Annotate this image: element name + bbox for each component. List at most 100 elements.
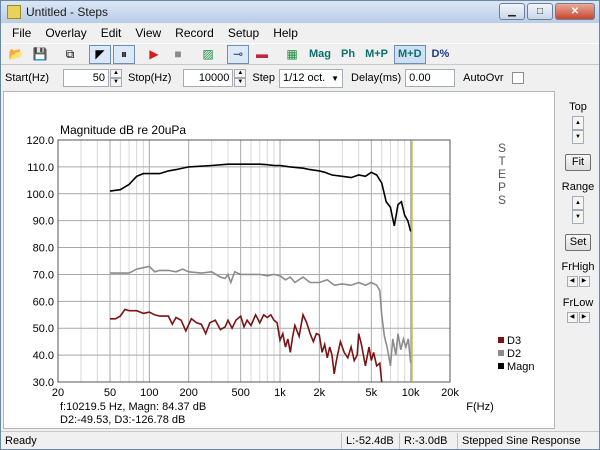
y-tick-label: 100.0	[26, 189, 54, 201]
menu-record[interactable]: Record	[168, 26, 221, 40]
generator-icon[interactable]: ▨	[197, 45, 219, 64]
view-m-d-button[interactable]: M+D	[394, 44, 426, 64]
x-tick-label: 5k	[366, 387, 378, 399]
maximize-button[interactable]: □	[527, 3, 553, 20]
plot-frame	[57, 139, 451, 383]
delay-input[interactable]: 0.00	[405, 69, 456, 87]
top-spinner[interactable]: ▲ ▼	[572, 116, 584, 144]
y-tick-label: 30.0	[33, 377, 54, 389]
spin-up-icon[interactable]: ▲	[110, 69, 122, 78]
legend-label-magn: Magn	[507, 361, 535, 373]
frhigh-label: FrHigh	[561, 261, 595, 273]
flag-icon[interactable]: ▬	[251, 45, 273, 64]
view-m-p-button[interactable]: M+P	[361, 45, 392, 64]
side-caption-letter: S	[498, 141, 506, 155]
cursor-readout-distortion: D2:-49.53, D3:-126.78 dB	[60, 414, 185, 426]
menu-setup[interactable]: Setup	[221, 26, 266, 40]
record-start-icon[interactable]: ▶	[143, 45, 165, 64]
x-tick-label: 2k	[314, 387, 326, 399]
view-d--button[interactable]: D%	[428, 45, 454, 64]
fit-button[interactable]: Fit	[565, 154, 591, 171]
x-tick-label: 500	[231, 387, 249, 399]
magnitude-chart[interactable]: 30.0 40.0 50.0 60.0 70.0 80.0 90.0 100.0 110.0 12…	[4, 92, 554, 428]
plot-area[interactable]: 30.0 40.0 50.0 60.0 70.0 80.0 90.0 100.0 110.0 12…	[3, 91, 555, 429]
spin-right-icon[interactable]: ▶	[578, 312, 590, 323]
side-panel: Top ▲ ▼ Fit Range ▲ ▼ Set FrHigh ◀ ▶ FrLow …	[557, 91, 599, 429]
x-axis-label: F(Hz)	[466, 401, 494, 413]
title-bar[interactable]: Untitled - Steps ▁ □ ✕	[1, 1, 599, 23]
menu-file[interactable]: File	[5, 26, 38, 40]
x-tick-label: 200	[179, 387, 197, 399]
marker-icon[interactable]: ◤	[89, 44, 111, 64]
spin-left-icon[interactable]: ◀	[566, 276, 578, 287]
start-label: Start(Hz)	[5, 72, 49, 84]
frlow-label: FrLow	[562, 297, 594, 309]
view-ph-button[interactable]: Ph	[337, 45, 359, 64]
autoovr-checkbox[interactable]	[511, 72, 524, 84]
y-tick-label: 60.0	[33, 296, 54, 308]
status-ready: Ready	[5, 434, 37, 447]
side-caption-letter: S	[498, 193, 506, 207]
spin-up-icon[interactable]: ▲	[572, 116, 584, 130]
step-label: Step	[252, 72, 276, 84]
x-tick-label: 100	[140, 387, 158, 399]
app-window: Untitled - Steps ▁ □ ✕ File Overlay Edit…	[0, 0, 600, 450]
side-caption-letter: T	[498, 154, 506, 168]
y-tick-label: 110.0	[27, 162, 54, 174]
spin-down-icon[interactable]: ▼	[234, 78, 247, 87]
menu-help[interactable]: Help	[266, 26, 305, 40]
frhigh-spinner[interactable]: ◀ ▶	[566, 276, 590, 287]
cursor-readout-frequency: f:10219.5 Hz, Magn: 84.37 dB	[60, 401, 206, 413]
range-spinner[interactable]: ▲ ▼	[572, 196, 584, 224]
spin-left-icon[interactable]: ◀	[566, 312, 578, 323]
spin-up-icon[interactable]: ▲	[572, 196, 584, 210]
probe-icon[interactable]: ⊸	[227, 44, 249, 64]
pause-icon[interactable]: ⏸	[113, 44, 135, 64]
side-caption-letter: P	[498, 180, 506, 194]
y-tick-label: 120.0	[26, 135, 54, 147]
menu-view[interactable]: View	[128, 26, 168, 40]
x-tick-label: 20k	[441, 387, 459, 399]
legend-label-d2: D2	[507, 348, 521, 360]
series-magn-line	[109, 163, 412, 232]
step-select[interactable]: 1/12 oct. ▼	[279, 68, 344, 88]
x-tick-label: 1k	[274, 387, 286, 399]
y-tick-label: 80.0	[33, 243, 54, 255]
set-button[interactable]: Set	[565, 234, 591, 251]
window-title: Untitled - Steps	[26, 5, 109, 19]
chevron-down-icon: ▼	[331, 73, 340, 83]
status-right-level: R:-3.0dB	[399, 432, 457, 449]
stop-input[interactable]: 10000	[183, 69, 234, 87]
menu-edit[interactable]: Edit	[94, 26, 129, 40]
delay-label: Delay(ms)	[351, 72, 402, 84]
view-mag-button[interactable]: Mag	[305, 45, 335, 64]
status-left-level: L:-52.4dB	[341, 432, 399, 449]
close-button[interactable]: ✕	[555, 3, 595, 20]
open-folder-icon[interactable]: 📂	[5, 45, 27, 64]
frlow-spinner[interactable]: ◀ ▶	[566, 312, 590, 323]
spin-down-icon[interactable]: ▼	[572, 130, 584, 144]
legend-label-d3: D3	[507, 335, 521, 347]
x-tick-label: 20	[52, 387, 64, 399]
start-spinner[interactable]: ▲ ▼	[110, 69, 122, 87]
spin-up-icon[interactable]: ▲	[234, 69, 247, 78]
minimize-button[interactable]: ▁	[499, 3, 525, 20]
menu-overlay[interactable]: Overlay	[38, 26, 93, 40]
legend-swatch-magn	[498, 363, 504, 369]
save-icon[interactable]: 💾	[29, 45, 51, 64]
y-tick-label: 50.0	[33, 323, 54, 335]
app-icon	[7, 5, 21, 19]
scope-icon[interactable]: ▦	[281, 45, 303, 64]
start-input[interactable]: 50	[63, 69, 109, 87]
x-tick-label: 10k	[402, 387, 420, 399]
stop-label: Stop(Hz)	[128, 72, 172, 84]
spin-right-icon[interactable]: ▶	[578, 276, 590, 287]
status-bar: Ready L:-52.4dB R:-3.0dB Stepped Sine Re…	[1, 431, 599, 449]
status-mode: Stepped Sine Response	[457, 432, 597, 449]
copy-icon[interactable]: ⧉	[59, 45, 81, 64]
spin-down-icon[interactable]: ▼	[110, 78, 122, 87]
stop-icon[interactable]: ■	[167, 45, 189, 64]
stop-spinner[interactable]: ▲ ▼	[234, 69, 247, 87]
x-tick-label: 50	[104, 387, 116, 399]
spin-down-icon[interactable]: ▼	[572, 210, 584, 224]
